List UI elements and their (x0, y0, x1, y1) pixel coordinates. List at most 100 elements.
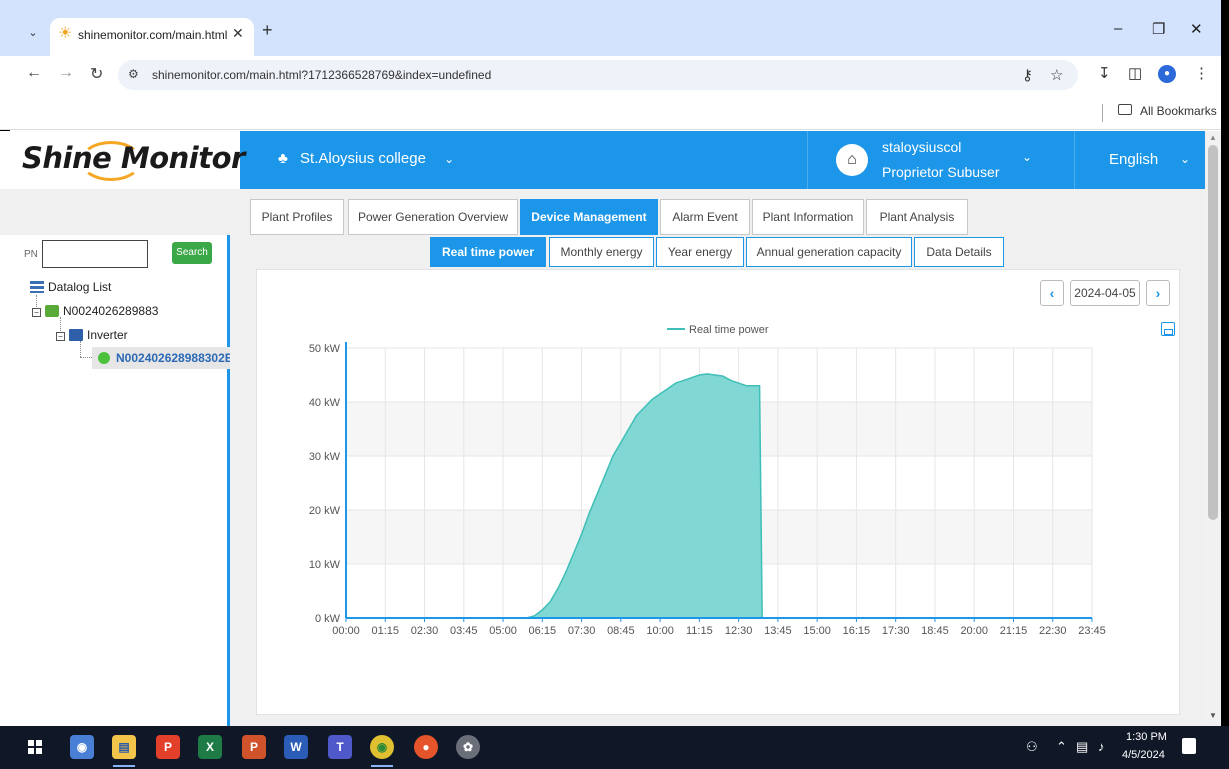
site-info-icon[interactable]: ⚙ (128, 67, 139, 81)
y-tick-label: 10 kW (309, 559, 341, 571)
datalog-list-icon (30, 281, 44, 293)
windows-start-icon[interactable] (28, 740, 42, 754)
subtab-monthly-energy[interactable]: Monthly energy (549, 237, 654, 267)
page-scrollbar[interactable]: ▲ ▼ (1205, 131, 1221, 726)
firefox-icon[interactable]: ● (414, 735, 438, 759)
plant-name: St.Aloysius college (300, 150, 426, 167)
chrome-icon[interactable]: ◉ (370, 735, 394, 759)
tree-datalog-label: N0024026289883 (63, 304, 159, 318)
tree-connector (80, 341, 81, 357)
shine-monitor-logo[interactable]: Shine Monitor (22, 141, 245, 175)
tab-alarm-event[interactable]: Alarm Event (660, 199, 750, 235)
x-tick-label: 10:00 (646, 625, 674, 637)
search-button[interactable]: Search (172, 242, 212, 264)
network-icon[interactable]: ▤ (1076, 739, 1088, 755)
x-tick-label: 01:15 (371, 625, 399, 637)
language-selector[interactable]: English (1109, 151, 1158, 168)
subtab-year-energy[interactable]: Year energy (656, 237, 744, 267)
user-name: staloysiuscol (882, 139, 962, 155)
real-time-power-chart: 0 kW 10 kW 20 kW 30 kW 40 kW 50 kW 00:00 01:15 0… (309, 324, 1106, 637)
tab-power-generation-overview[interactable]: Power Generation Overview (348, 199, 518, 235)
browser-tab[interactable]: ☀ shinemonitor.com/main.html?1 ✕ (50, 18, 254, 56)
taskbar-clock-date[interactable]: 4/5/2024 (1122, 749, 1165, 761)
reload-icon[interactable]: ↻ (90, 64, 103, 84)
x-tick-label: 06:15 (529, 625, 557, 637)
people-icon[interactable]: ⚇ (1026, 739, 1038, 755)
collapse-toggle-icon[interactable]: − (32, 308, 41, 317)
address-bar[interactable]: ⚙ shinemonitor.com/main.html?17123665287… (118, 60, 1078, 90)
subtab-real-time-power[interactable]: Real time power (430, 237, 546, 267)
more-icon[interactable]: ⋮ (1194, 64, 1209, 82)
all-bookmarks-link[interactable]: All Bookmarks (1140, 104, 1217, 118)
download-icon[interactable]: ↧ (1098, 64, 1111, 82)
forward-icon[interactable]: → (58, 64, 74, 82)
paint-icon[interactable]: ◉ (70, 735, 94, 759)
subtab-annual-generation-capacity[interactable]: Annual generation capacity (746, 237, 912, 267)
scrollbar-thumb[interactable] (1208, 145, 1218, 520)
avatar-house-icon: ⌂ (836, 144, 868, 176)
volume-icon[interactable]: ♪ (1098, 739, 1105, 754)
tree-root-label: Datalog List (48, 280, 112, 294)
tree-datalog[interactable]: − N0024026289883 (32, 304, 158, 318)
tree-device-label: N002402628988302EI (116, 351, 230, 365)
plant-group-icon: ♣ (278, 150, 288, 167)
chevron-down-icon[interactable]: ⌄ (1180, 152, 1190, 166)
back-icon[interactable]: ← (26, 64, 42, 82)
chart-panel: ‹ 2024-04-05 › 0 kW 10 kW 20 kW 30 kW 40 kW 5… (256, 269, 1180, 715)
plant-selector[interactable]: ♣ St.Aloysius college ⌄ (278, 150, 454, 167)
powerpoint-icon[interactable]: P (242, 735, 266, 759)
bookmarks-bar: All Bookmarks (0, 94, 1229, 130)
windows-taskbar: ◉ ▤ P X P W T ◉ ● ✿ ⚇ ⌃ ▤ ♪ 1:30 PM 4/5/… (0, 726, 1229, 769)
x-tick-label: 17:30 (882, 625, 910, 637)
teams-icon[interactable]: T (328, 735, 352, 759)
key-icon[interactable]: ⚷ (1022, 66, 1033, 84)
pdf-icon[interactable]: P (156, 735, 180, 759)
x-tick-label: 08:45 (607, 625, 635, 637)
tab-plant-profiles[interactable]: Plant Profiles (250, 199, 344, 235)
app-body: Plant Profiles Power Generation Overview… (0, 189, 1205, 726)
x-tick-label: 07:30 (568, 625, 596, 637)
x-tick-label: 18:45 (921, 625, 949, 637)
new-tab-button[interactable]: + (262, 20, 273, 41)
profile-icon[interactable]: ● (1158, 65, 1176, 83)
word-icon[interactable]: W (284, 735, 308, 759)
file-explorer-icon[interactable]: ▤ (112, 735, 136, 759)
tab-close-icon[interactable]: ✕ (232, 25, 244, 42)
close-window-icon[interactable]: ✕ (1190, 20, 1203, 38)
taskbar-clock-time[interactable]: 1:30 PM (1126, 731, 1167, 743)
tree-inverter-group[interactable]: − Inverter (56, 328, 128, 342)
x-tick-label: 02:30 (411, 625, 439, 637)
x-tick-label: 00:00 (332, 625, 360, 637)
tab-search-chevron-down-icon[interactable]: ⌄ (22, 22, 44, 44)
chevron-down-icon: ⌄ (1022, 150, 1033, 164)
pn-search-input[interactable] (42, 240, 148, 268)
folder-icon[interactable] (1118, 104, 1132, 115)
screen-frame-right (1221, 0, 1229, 769)
logo-area: Shine Monitor (0, 131, 245, 189)
user-menu[interactable]: ⌂ staloysiuscol Proprietor Subuser ⌄ (807, 131, 1075, 189)
x-tick-label: 03:45 (450, 625, 478, 637)
star-icon[interactable]: ☆ (1050, 66, 1063, 84)
show-hidden-icons-chevron-icon[interactable]: ⌃ (1056, 739, 1067, 755)
tab-device-management[interactable]: Device Management (520, 199, 658, 235)
active-app-indicator (371, 765, 393, 767)
tab-plant-information[interactable]: Plant Information (752, 199, 864, 235)
excel-icon[interactable]: X (198, 735, 222, 759)
x-tick-label: 12:30 (725, 625, 753, 637)
chevron-down-icon: ⌄ (444, 152, 455, 166)
datalog-antenna-icon (45, 305, 59, 317)
tab-plant-analysis[interactable]: Plant Analysis (866, 199, 968, 235)
minimize-icon[interactable]: – (1114, 20, 1122, 37)
x-tick-label: 15:00 (803, 625, 831, 637)
paint3d-icon[interactable]: ✿ (456, 735, 480, 759)
subtab-data-details[interactable]: Data Details (914, 237, 1004, 267)
restore-icon[interactable]: ❐ (1152, 20, 1165, 38)
sidepanel-icon[interactable]: ◫ (1128, 64, 1142, 82)
scroll-up-icon[interactable]: ▲ (1209, 133, 1217, 142)
tree-root[interactable]: Datalog List (30, 280, 111, 294)
tree-device-selected[interactable]: N002402628988302EI (92, 347, 230, 369)
collapse-toggle-icon[interactable]: − (56, 332, 65, 341)
notification-center-icon[interactable] (1182, 738, 1196, 754)
scroll-down-icon[interactable]: ▼ (1209, 711, 1217, 720)
y-tick-label: 40 kW (309, 397, 341, 409)
